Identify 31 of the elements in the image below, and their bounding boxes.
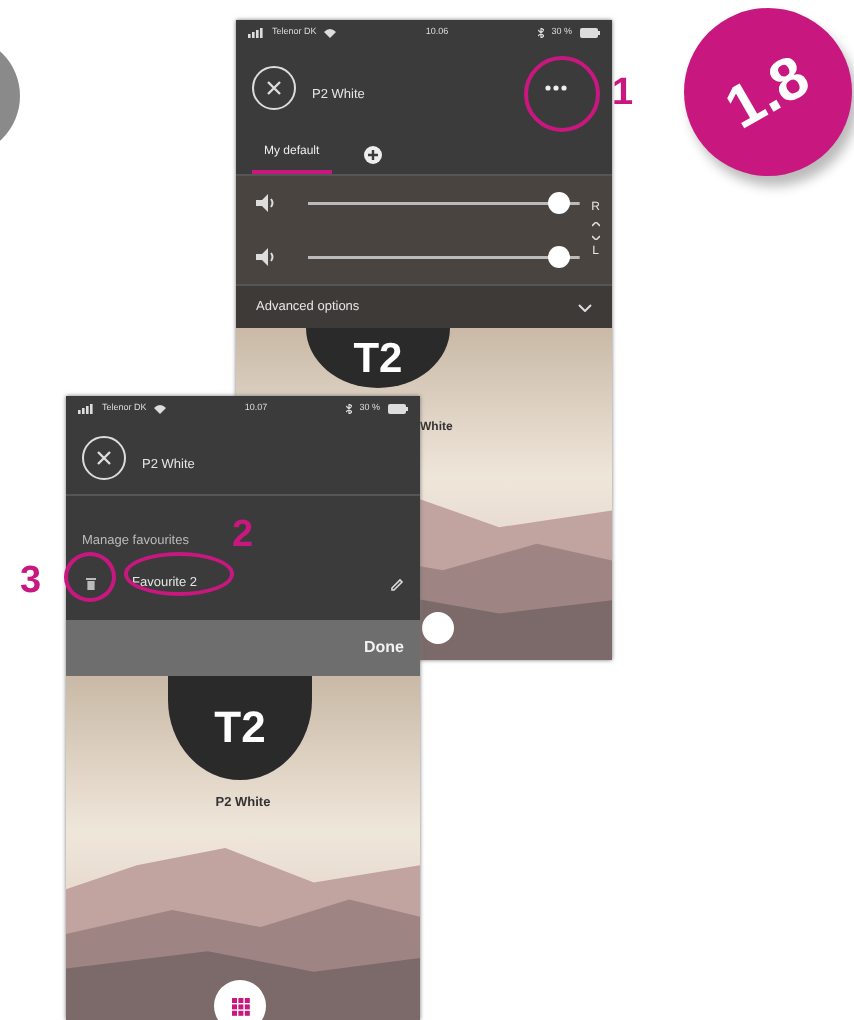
- speaker-icon: [256, 194, 276, 212]
- grid-icon: [231, 997, 249, 1015]
- close-icon: [266, 80, 282, 96]
- callout-number: 3: [20, 562, 42, 600]
- close-button[interactable]: [252, 66, 296, 110]
- signal-icon: [78, 403, 94, 413]
- bluetooth-icon: [537, 27, 544, 37]
- wifi-icon: [154, 403, 167, 413]
- highlight-ring: [124, 552, 234, 596]
- highlight-ring: [64, 552, 116, 602]
- battery-icon: [579, 27, 600, 37]
- callout-number: 2: [232, 516, 254, 554]
- wifi-icon: [324, 27, 337, 37]
- chevron-icon[interactable]: [578, 303, 592, 311]
- battery-icon: [387, 403, 408, 413]
- close-icon: [96, 449, 112, 465]
- more-icon[interactable]: [544, 84, 568, 92]
- pencil-icon[interactable]: [390, 577, 404, 591]
- callout-number: 1: [612, 74, 634, 112]
- add-icon[interactable]: [363, 146, 382, 164]
- slider-thumb[interactable]: [547, 246, 570, 268]
- speaker-icon: [256, 248, 276, 266]
- slider-thumb[interactable]: [547, 192, 570, 214]
- signal-icon: [248, 27, 264, 37]
- bluetooth-icon: [345, 403, 352, 413]
- close-button[interactable]: [82, 435, 126, 479]
- highlight-ring: [524, 56, 600, 132]
- trash-icon[interactable]: [86, 578, 96, 590]
- done-button[interactable]: Done: [364, 636, 404, 660]
- step-number: 1.8: [713, 40, 823, 146]
- link-icon[interactable]: [591, 221, 600, 239]
